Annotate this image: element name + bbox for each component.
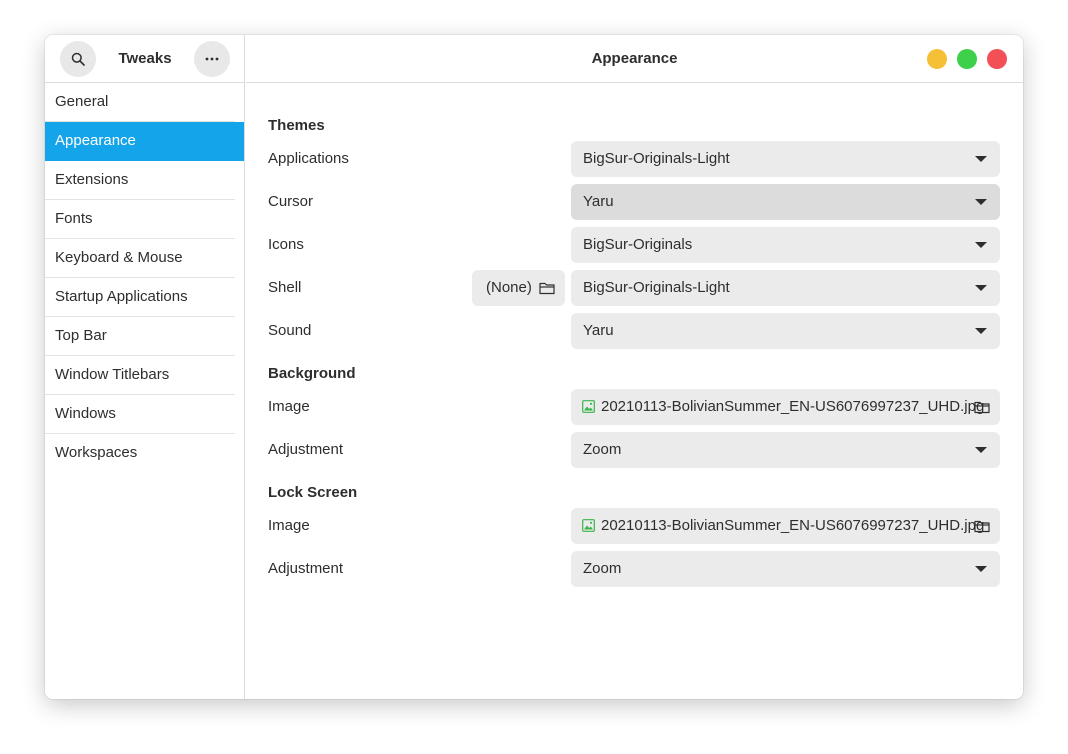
sidebar-item-workspaces[interactable]: Workspaces	[45, 434, 235, 473]
lock-screen-image-button[interactable]: 20210113-BolivianSummer_EN-US6076997237_…	[571, 508, 1000, 544]
app-title: Tweaks	[118, 50, 172, 67]
background-adjustment-label: Adjustment	[268, 441, 344, 458]
lock-screen-image-label: Image	[268, 517, 310, 534]
dropdown-arrow-icon	[975, 566, 987, 572]
dropdown-arrow-icon	[975, 156, 987, 162]
cursor-theme-value: Yaru	[583, 193, 614, 210]
sidebar-item-startup-applications[interactable]: Startup Applications	[45, 278, 235, 317]
icons-label: Icons	[268, 236, 304, 253]
folder-icon	[974, 520, 990, 533]
lock-screen-adjustment-combo[interactable]: Zoom	[571, 551, 1000, 587]
sidebar: Tweaks General Appearance Extensions Fon…	[45, 35, 245, 699]
shell-file-value: (None)	[486, 279, 532, 296]
folder-icon	[539, 282, 555, 295]
sidebar-item-appearance[interactable]: Appearance	[45, 122, 244, 161]
sound-theme-value: Yaru	[583, 322, 614, 339]
lock-screen-adjustment-label: Adjustment	[268, 560, 344, 577]
background-adjustment-combo[interactable]: Zoom	[571, 432, 1000, 468]
cursor-theme-combo[interactable]: Yaru	[571, 184, 1000, 220]
background-heading: Background	[268, 365, 356, 382]
image-file-icon	[582, 400, 595, 413]
page-title: Appearance	[591, 50, 678, 67]
dropdown-arrow-icon	[975, 199, 987, 205]
close-button[interactable]	[987, 49, 1007, 69]
applications-theme-combo[interactable]: BigSur-Originals-Light	[571, 141, 1000, 177]
more-horizontal-icon	[205, 57, 219, 61]
tweaks-window: Tweaks General Appearance Extensions Fon…	[45, 35, 1023, 699]
dropdown-arrow-icon	[975, 447, 987, 453]
sidebar-item-fonts[interactable]: Fonts	[45, 200, 235, 239]
applications-theme-value: BigSur-Originals-Light	[583, 150, 730, 167]
applications-label: Applications	[268, 150, 349, 167]
sidebar-nav: General Appearance Extensions Fonts Keyb…	[45, 83, 244, 473]
background-image-label: Image	[268, 398, 310, 415]
sound-theme-combo[interactable]: Yaru	[571, 313, 1000, 349]
folder-icon	[974, 401, 990, 414]
image-file-icon	[582, 519, 595, 532]
search-icon	[71, 52, 85, 66]
sidebar-item-top-bar[interactable]: Top Bar	[45, 317, 235, 356]
sidebar-item-general[interactable]: General	[45, 83, 235, 122]
shell-theme-value: BigSur-Originals-Light	[583, 279, 730, 296]
search-button[interactable]	[60, 41, 96, 77]
sidebar-item-keyboard-mouse[interactable]: Keyboard & Mouse	[45, 239, 235, 278]
icons-theme-combo[interactable]: BigSur-Originals	[571, 227, 1000, 263]
background-image-button[interactable]: 20210113-BolivianSummer_EN-US6076997237_…	[571, 389, 1000, 425]
maximize-button[interactable]	[957, 49, 977, 69]
dropdown-arrow-icon	[975, 328, 987, 334]
shell-file-button[interactable]: (None)	[472, 270, 565, 306]
themes-heading: Themes	[268, 117, 325, 134]
sidebar-item-windows[interactable]: Windows	[45, 395, 235, 434]
dropdown-arrow-icon	[975, 285, 987, 291]
background-image-filename: 20210113-BolivianSummer_EN-US6076997237_…	[601, 398, 985, 415]
icons-theme-value: BigSur-Originals	[583, 236, 693, 253]
shell-label: Shell	[268, 279, 302, 296]
dropdown-arrow-icon	[975, 242, 987, 248]
header-bar: Appearance	[246, 35, 1023, 83]
lock-screen-heading: Lock Screen	[268, 484, 358, 501]
sidebar-header: Tweaks	[45, 35, 244, 83]
lock-screen-adjustment-value: Zoom	[583, 560, 622, 577]
sidebar-item-window-titlebars[interactable]: Window Titlebars	[45, 356, 235, 395]
lock-screen-image-filename: 20210113-BolivianSummer_EN-US6076997237_…	[601, 517, 985, 534]
main-panel: Appearance Themes Applications BigSur-Or…	[246, 35, 1023, 699]
sound-label: Sound	[268, 322, 312, 339]
sidebar-item-extensions[interactable]: Extensions	[45, 161, 235, 200]
minimize-button[interactable]	[927, 49, 947, 69]
cursor-label: Cursor	[268, 193, 314, 210]
menu-button[interactable]	[194, 41, 230, 77]
background-adjustment-value: Zoom	[583, 441, 622, 458]
shell-theme-combo[interactable]: BigSur-Originals-Light	[571, 270, 1000, 306]
